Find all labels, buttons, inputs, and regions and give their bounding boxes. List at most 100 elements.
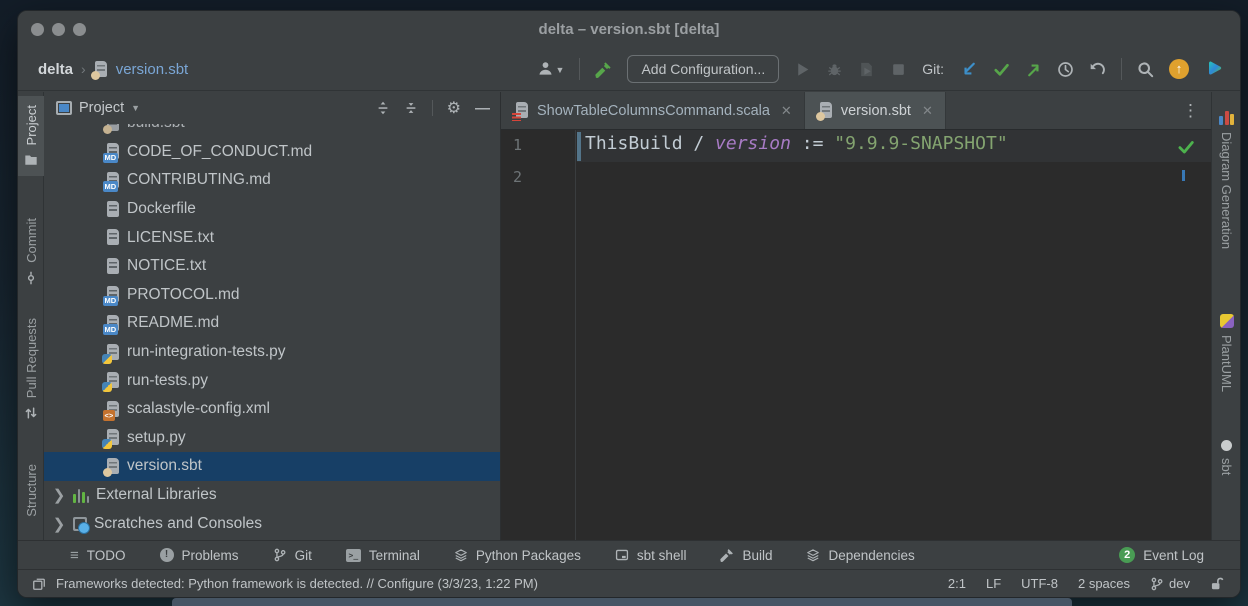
tool-button-label: sbt shell: [637, 548, 687, 563]
tool-button-build[interactable]: Build: [720, 548, 772, 563]
tree-item[interactable]: MD README.md: [44, 309, 500, 338]
tree-item[interactable]: ❯ External Libraries: [44, 481, 500, 510]
breadcrumb-project[interactable]: delta: [38, 61, 73, 78]
console-icon: [615, 548, 629, 562]
tool-stripe-project[interactable]: Project: [18, 96, 44, 176]
tool-button-terminal[interactable]: >_ Terminal: [346, 548, 420, 563]
history-clock-icon[interactable]: [1057, 61, 1074, 78]
tree-item-label: CONTRIBUTING.md: [127, 171, 271, 189]
search-everywhere-icon[interactable]: [1137, 61, 1154, 78]
ide-update-notification-icon[interactable]: ↑: [1169, 59, 1189, 79]
python-file-icon: [106, 344, 120, 361]
caret-stripe-marker: [1182, 170, 1185, 181]
editor-area: ShowTableColumnsCommand.scala ✕ version.…: [501, 92, 1211, 540]
tool-button-sbt-shell[interactable]: sbt shell: [615, 548, 687, 563]
tool-button-label: Git: [295, 548, 312, 563]
expand-all-icon[interactable]: [376, 101, 390, 115]
editor-body[interactable]: 1 2 ThisBuild / version := "9.9.9-SNAPSH…: [501, 130, 1211, 540]
tool-stripe-sbt[interactable]: sbt: [1212, 440, 1241, 475]
markdown-file-icon: MD: [106, 143, 120, 160]
tool-button-label: Python Packages: [476, 548, 581, 563]
right-tool-stripe: Diagram Generation PlantUML sbt: [1211, 92, 1240, 540]
tool-button-problems[interactable]: ! Problems: [160, 548, 239, 563]
tool-button-git[interactable]: Git: [273, 548, 312, 563]
tab-showtablecolumnscommand[interactable]: ShowTableColumnsCommand.scala ✕: [501, 92, 805, 129]
rollback-undo-icon[interactable]: [1089, 61, 1106, 78]
code-with-me-gradient-icon[interactable]: [1204, 59, 1224, 79]
tool-stripe-label: Pull Requests: [24, 318, 39, 398]
hide-panel-icon[interactable]: —: [475, 100, 490, 117]
tab-version-sbt[interactable]: version.sbt ✕: [805, 92, 946, 129]
tree-item[interactable]: ❯ Scratches and Consoles: [44, 509, 500, 538]
markdown-file-icon: MD: [106, 286, 120, 303]
file-encoding[interactable]: UTF-8: [1021, 576, 1058, 591]
code-line[interactable]: ThisBuild / version := "9.9.9-SNAPSHOT": [585, 133, 1008, 154]
markdown-file-icon: MD: [106, 315, 120, 332]
chevron-right-icon[interactable]: ❯: [52, 486, 66, 504]
git-commit-check-icon[interactable]: [993, 61, 1010, 78]
toolbar-divider: [1121, 58, 1122, 80]
close-window-button[interactable]: [31, 23, 44, 36]
gear-icon[interactable]: ⚙: [447, 98, 461, 118]
plantuml-icon: [1220, 314, 1234, 328]
build-hammer-icon[interactable]: [595, 61, 612, 78]
tree-item[interactable]: run-tests.py: [44, 366, 500, 395]
sbt-file-icon: [94, 61, 108, 78]
tree-item[interactable]: LICENSE.txt: [44, 223, 500, 252]
tool-stripe-diagram-generation[interactable]: Diagram Generation: [1212, 110, 1241, 249]
header-divider: [432, 100, 433, 116]
breadcrumb-file[interactable]: version.sbt: [116, 61, 189, 78]
tool-window-layout-icon[interactable]: [32, 577, 46, 591]
run-button: [794, 61, 811, 78]
add-configuration-button[interactable]: Add Configuration...: [627, 55, 779, 83]
vcs-change-marker: [577, 132, 581, 161]
chevron-down-icon[interactable]: ▼: [131, 103, 140, 113]
git-push-icon[interactable]: [1025, 61, 1042, 78]
tool-button-event-log[interactable]: 2 Event Log: [1119, 547, 1204, 563]
line-separator[interactable]: LF: [986, 576, 1001, 591]
tree-item[interactable]: <> scalastyle-config.xml: [44, 395, 500, 424]
project-panel-title[interactable]: Project: [79, 100, 124, 116]
close-tab-icon[interactable]: ✕: [922, 103, 933, 119]
hammer-icon: [720, 548, 734, 562]
tool-button-todo[interactable]: ≡ TODO: [70, 547, 126, 564]
tool-stripe-label: Commit: [24, 218, 39, 263]
tool-stripe-structure[interactable]: Structure: [18, 464, 44, 517]
status-message[interactable]: Frameworks detected: Python framework is…: [56, 576, 538, 591]
tree-item[interactable]: MD PROTOCOL.md: [44, 281, 500, 310]
tool-stripe-label: PlantUML: [1219, 335, 1234, 392]
chevron-right-icon[interactable]: ❯: [52, 515, 66, 533]
code-token-string: "9.9.9-SNAPSHOT": [834, 133, 1007, 154]
diagram-generation-icon: [1219, 110, 1234, 125]
tab-label: version.sbt: [841, 103, 911, 119]
tree-item[interactable]: setup.py: [44, 424, 500, 453]
inspections-ok-check-icon[interactable]: [1177, 138, 1195, 156]
tree-item[interactable]: Dockerfile: [44, 195, 500, 224]
minimize-window-button[interactable]: [52, 23, 65, 36]
unlocked-padlock-icon[interactable]: [1210, 577, 1224, 591]
tab-options-kebab-icon[interactable]: ⋮: [1182, 101, 1211, 121]
tree-item[interactable]: MD CONTRIBUTING.md: [44, 166, 500, 195]
tree-item-selected[interactable]: version.sbt: [44, 452, 500, 481]
tool-stripe-pull-requests[interactable]: Pull Requests: [18, 318, 44, 420]
tool-button-python-packages[interactable]: Python Packages: [454, 548, 581, 563]
tool-stripe-plantuml[interactable]: PlantUML: [1212, 314, 1241, 392]
tool-stripe-commit[interactable]: Commit: [18, 218, 44, 285]
git-update-icon[interactable]: [961, 61, 978, 78]
python-file-icon: [106, 429, 120, 446]
collapse-all-icon[interactable]: [404, 101, 418, 115]
tree-item[interactable]: run-integration-tests.py: [44, 338, 500, 367]
tool-button-dependencies[interactable]: Dependencies: [806, 548, 914, 563]
git-branch-widget[interactable]: dev: [1150, 576, 1190, 591]
close-tab-icon[interactable]: ✕: [781, 103, 792, 119]
tree-item[interactable]: NOTICE.txt: [44, 252, 500, 281]
indent-setting[interactable]: 2 spaces: [1078, 576, 1130, 591]
caret-position[interactable]: 2:1: [948, 576, 966, 591]
zoom-window-button[interactable]: [73, 23, 86, 36]
tree-item[interactable]: MD CODE_OF_CONDUCT.md: [44, 138, 500, 167]
editor-tab-bar: ShowTableColumnsCommand.scala ✕ version.…: [501, 92, 1211, 130]
tree-item[interactable]: build.sbt: [44, 124, 500, 138]
profile-button[interactable]: ▼: [537, 60, 565, 78]
git-branch-icon: [1150, 577, 1164, 591]
traffic-lights: [31, 23, 86, 36]
